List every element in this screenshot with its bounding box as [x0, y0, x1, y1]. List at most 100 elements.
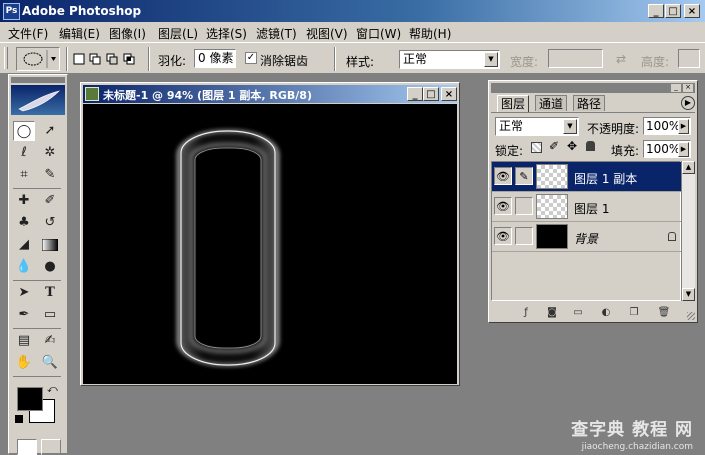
healing-brush-tool[interactable]: ✚	[13, 191, 35, 211]
new-group-button[interactable]: ▭	[571, 307, 585, 319]
app-title: Adobe Photoshop	[22, 4, 142, 18]
fill-input[interactable]: 100% ▶	[643, 140, 691, 158]
link-slot[interactable]	[515, 197, 533, 215]
lasso-tool[interactable]: ℓ	[13, 143, 35, 163]
palette-title-bar[interactable]: _ ×	[491, 83, 695, 93]
pen-tool[interactable]: ✒	[13, 305, 35, 325]
style-label: 样式:	[346, 55, 375, 69]
tab-paths[interactable]: 路径	[573, 95, 606, 111]
layers-scrollbar[interactable]: ▲ ▼	[681, 161, 695, 301]
move-tool[interactable]: ➚	[39, 121, 61, 141]
menu-edit[interactable]: 编辑(E)	[59, 25, 100, 42]
maximize-button[interactable]: □	[665, 4, 681, 18]
menu-image[interactable]: 图像(I)	[109, 25, 146, 42]
visibility-eye-icon[interactable]: 👁	[494, 227, 512, 245]
tab-channels[interactable]: 通道	[535, 95, 568, 111]
chevron-right-icon: ▶	[678, 119, 689, 134]
antialias-checkbox[interactable]: ✓	[245, 52, 257, 64]
gradient-tool[interactable]	[39, 235, 61, 255]
brush-icon[interactable]: ✎	[515, 167, 533, 185]
blend-mode-select[interactable]: 正常 ▼	[495, 117, 579, 136]
zoom-tool[interactable]: 🔍	[39, 353, 61, 373]
quick-mask-button[interactable]	[41, 439, 61, 455]
shape-tool[interactable]: ▭	[39, 305, 61, 325]
layer-name: 图层 1 副本	[574, 172, 638, 186]
feather-input[interactable]: 0 像素	[194, 49, 236, 68]
fill-label: 填充:	[611, 144, 640, 158]
menu-file[interactable]: 文件(F)	[8, 25, 48, 42]
link-slot[interactable]	[515, 227, 533, 245]
options-grip[interactable]	[4, 47, 8, 69]
blur-tool[interactable]: 💧	[13, 257, 35, 277]
menu-layer[interactable]: 图层(L)	[158, 25, 198, 42]
doc-maximize-button[interactable]: □	[423, 87, 439, 101]
separator	[148, 47, 150, 71]
crop-tool[interactable]: ⌗	[13, 165, 35, 185]
minimize-button[interactable]: _	[648, 4, 664, 18]
palette-menu-button[interactable]: ▶	[681, 96, 695, 110]
lock-transparent-button[interactable]	[531, 142, 542, 153]
opacity-input[interactable]: 100% ▶	[643, 117, 691, 135]
adjustment-layer-button[interactable]: ◐	[599, 307, 613, 319]
adobe-online-logo[interactable]	[11, 85, 65, 115]
doc-close-button[interactable]: ×	[441, 87, 457, 101]
watermark-title: 查字典 教程 网	[571, 420, 693, 440]
document-canvas[interactable]	[83, 104, 457, 384]
hand-tool[interactable]: ✋	[13, 353, 35, 373]
visibility-eye-icon[interactable]: 👁	[494, 197, 512, 215]
add-mask-button[interactable]: ◙	[545, 307, 559, 319]
layer-row-layer1[interactable]: 👁 图层 1	[492, 192, 682, 222]
history-brush-tool[interactable]: ↺	[39, 213, 61, 233]
foreground-color-swatch[interactable]	[17, 387, 43, 411]
standard-mode-button[interactable]	[17, 439, 37, 455]
default-colors-icon[interactable]	[15, 415, 23, 423]
document-title-bar[interactable]: 未标题-1 @ 94% (图层 1 副本, RGB/8) _ □ ×	[83, 85, 457, 103]
height-input[interactable]	[678, 49, 700, 68]
width-input[interactable]	[548, 49, 603, 68]
swap-colors-icon[interactable]: ⤺	[47, 384, 58, 395]
layer-thumbnail	[536, 164, 568, 189]
magic-wand-tool[interactable]: ✲	[39, 143, 61, 163]
menu-select[interactable]: 选择(S)	[206, 25, 247, 42]
blend-mode-value: 正常	[499, 119, 524, 133]
visibility-eye-icon[interactable]: 👁	[494, 167, 512, 185]
style-select[interactable]: 正常 ▼	[399, 50, 500, 69]
marquee-tool[interactable]: ◯	[13, 121, 35, 141]
toolbox-title	[11, 77, 65, 83]
layer-row-background[interactable]: 👁 背景	[492, 222, 682, 252]
clone-stamp-tool[interactable]: ♣	[13, 213, 35, 233]
scroll-down-button[interactable]: ▼	[682, 288, 695, 301]
scroll-up-button[interactable]: ▲	[682, 161, 695, 174]
doc-minimize-button[interactable]: _	[407, 87, 423, 101]
new-layer-button[interactable]: ❐	[627, 307, 641, 319]
delete-layer-button[interactable]: 🗑	[657, 307, 671, 319]
palette-close-button[interactable]: ×	[683, 84, 693, 92]
eyedropper-tool[interactable]: ✍	[39, 331, 61, 351]
lock-all-button[interactable]	[586, 141, 595, 151]
close-button[interactable]: ×	[684, 4, 700, 18]
palette-minimize-button[interactable]: _	[671, 84, 681, 92]
brush-tool[interactable]: ✐	[39, 191, 61, 211]
dodge-tool[interactable]: ●	[39, 257, 61, 277]
eraser-tool[interactable]: ◢	[13, 235, 35, 255]
lock-image-button[interactable]: ✐	[549, 139, 559, 153]
swap-icon[interactable]: ⇄	[616, 52, 626, 66]
layer-row-layer1-copy[interactable]: 👁 ✎ 图层 1 副本	[492, 162, 682, 192]
tool-preset-picker[interactable]	[16, 47, 60, 71]
slice-tool[interactable]: ✎	[39, 165, 61, 185]
lock-position-button[interactable]: ✥	[567, 139, 577, 153]
type-tool[interactable]: T	[39, 283, 61, 303]
layer-style-button[interactable]: ƒ	[519, 307, 533, 319]
toolbox: ◯ ➚ ℓ ✲ ⌗ ✎ ✚ ✐ ♣ ↺ ◢ 💧 ● ➤ T ✒ ▭ ▤ ✍ ✋ …	[8, 74, 68, 455]
resize-grip[interactable]	[687, 312, 695, 320]
tab-layers[interactable]: 图层	[497, 95, 530, 112]
path-selection-tool[interactable]: ➤	[13, 283, 35, 303]
menu-view[interactable]: 视图(V)	[306, 25, 348, 42]
menu-help[interactable]: 帮助(H)	[409, 25, 451, 42]
notes-tool[interactable]: ▤	[13, 331, 35, 351]
photoshop-app-icon: Ps	[3, 3, 20, 20]
menu-window[interactable]: 窗口(W)	[356, 25, 401, 42]
menu-filter[interactable]: 滤镜(T)	[256, 25, 297, 42]
layer-thumbnail	[536, 194, 568, 219]
lock-label: 锁定:	[495, 144, 524, 158]
